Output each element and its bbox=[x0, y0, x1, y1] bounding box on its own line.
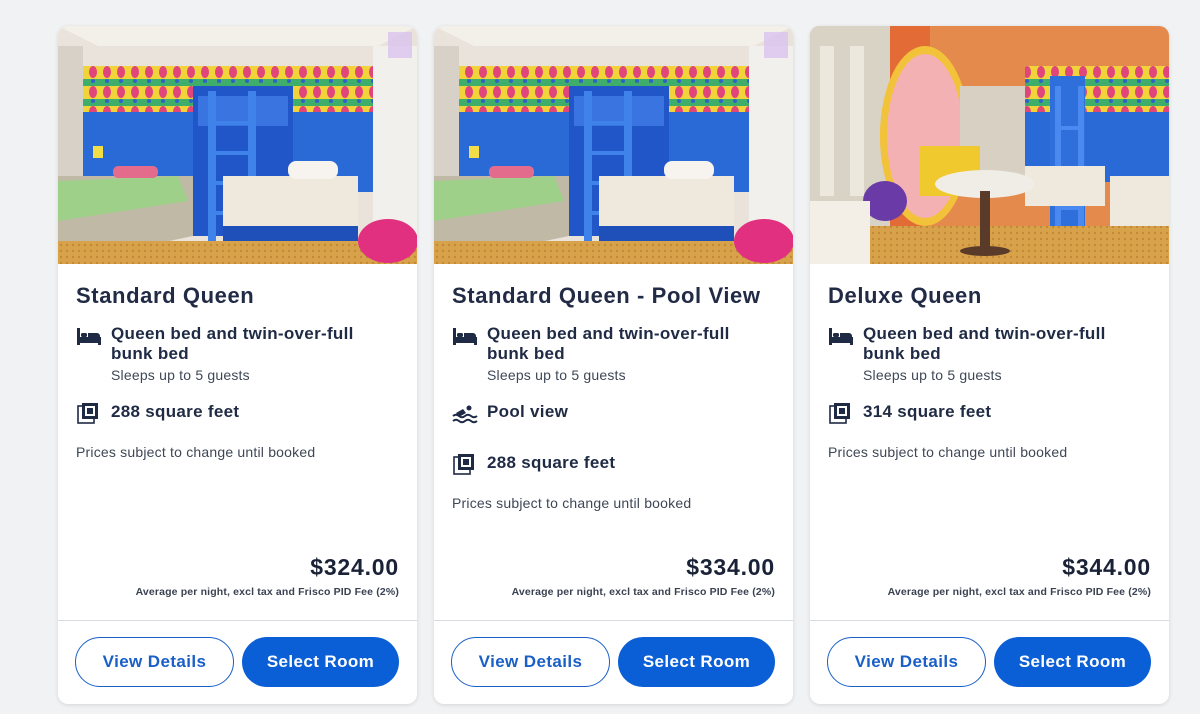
price-block: $334.00 Average per night, excl tax and … bbox=[512, 554, 775, 598]
card-actions: View Details Select Room bbox=[451, 637, 776, 687]
room-card: Deluxe Queen Queen bed and twin-over-ful… bbox=[810, 26, 1169, 704]
occupancy-text: Sleeps up to 5 guests bbox=[487, 367, 626, 383]
price-note: Average per night, excl tax and Frisco P… bbox=[511, 586, 775, 598]
floor-plan-icon bbox=[828, 402, 854, 424]
size-feature: 288 square feet bbox=[452, 452, 775, 475]
nightly-price: $324.00 bbox=[310, 554, 399, 580]
card-actions: View Details Select Room bbox=[75, 637, 400, 687]
view-details-button[interactable]: View Details bbox=[451, 637, 610, 687]
room-card: Standard Queen - Pool View Queen bed and… bbox=[434, 26, 793, 704]
bed-description: Queen bed and twin-over-full bunk bed bbox=[863, 324, 1106, 363]
room-photo bbox=[58, 26, 417, 264]
nightly-price: $334.00 bbox=[686, 554, 775, 580]
divider bbox=[810, 620, 1169, 621]
bed-feature: Queen bed and twin-over-full bunk bed Sl… bbox=[452, 324, 775, 383]
price-block: $344.00 Average per night, excl tax and … bbox=[888, 554, 1151, 598]
divider bbox=[434, 620, 793, 621]
bed-feature: Queen bed and twin-over-full bunk bed Sl… bbox=[828, 324, 1151, 383]
room-title: Deluxe Queen bbox=[828, 283, 982, 308]
size-feature: 288 square feet bbox=[76, 401, 399, 424]
room-title: Standard Queen bbox=[76, 283, 255, 308]
room-cards: Standard Queen Queen bed and twin-over-f… bbox=[58, 26, 1169, 704]
nightly-price: $344.00 bbox=[1062, 554, 1151, 580]
divider bbox=[58, 620, 417, 621]
select-room-button[interactable]: Select Room bbox=[994, 637, 1151, 687]
bed-icon bbox=[76, 325, 102, 347]
room-card: Standard Queen Queen bed and twin-over-f… bbox=[58, 26, 417, 704]
price-disclaimer: Prices subject to change until booked bbox=[76, 444, 316, 460]
view-details-button[interactable]: View Details bbox=[827, 637, 986, 687]
room-size: 288 square feet bbox=[111, 402, 240, 421]
bed-icon bbox=[828, 325, 854, 347]
price-note: Average per night, excl tax and Frisco P… bbox=[135, 586, 399, 598]
room-photo bbox=[810, 26, 1169, 264]
bed-feature: Queen bed and twin-over-full bunk bed Sl… bbox=[76, 324, 399, 383]
select-room-button[interactable]: Select Room bbox=[618, 637, 775, 687]
view-details-button[interactable]: View Details bbox=[75, 637, 234, 687]
room-photo bbox=[434, 26, 793, 264]
bed-description: Queen bed and twin-over-full bunk bed bbox=[487, 324, 730, 363]
price-disclaimer: Prices subject to change until booked bbox=[828, 444, 1068, 460]
bed-description: Queen bed and twin-over-full bunk bed bbox=[111, 324, 354, 363]
floor-plan-icon bbox=[76, 402, 102, 424]
price-disclaimer: Prices subject to change until booked bbox=[452, 495, 692, 511]
view-feature: Pool view bbox=[452, 401, 775, 424]
size-feature: 314 square feet bbox=[828, 401, 1151, 424]
price-note: Average per night, excl tax and Frisco P… bbox=[887, 586, 1151, 598]
room-title: Standard Queen - Pool View bbox=[452, 283, 761, 308]
room-size: 288 square feet bbox=[487, 453, 616, 472]
occupancy-text: Sleeps up to 5 guests bbox=[863, 367, 1002, 383]
pool-icon bbox=[452, 402, 478, 424]
room-size: 314 square feet bbox=[863, 402, 992, 421]
floor-plan-icon bbox=[452, 453, 478, 475]
bed-icon bbox=[452, 325, 478, 347]
occupancy-text: Sleeps up to 5 guests bbox=[111, 367, 250, 383]
card-actions: View Details Select Room bbox=[827, 637, 1152, 687]
room-view: Pool view bbox=[487, 402, 569, 421]
price-block: $324.00 Average per night, excl tax and … bbox=[136, 554, 399, 598]
select-room-button[interactable]: Select Room bbox=[242, 637, 399, 687]
